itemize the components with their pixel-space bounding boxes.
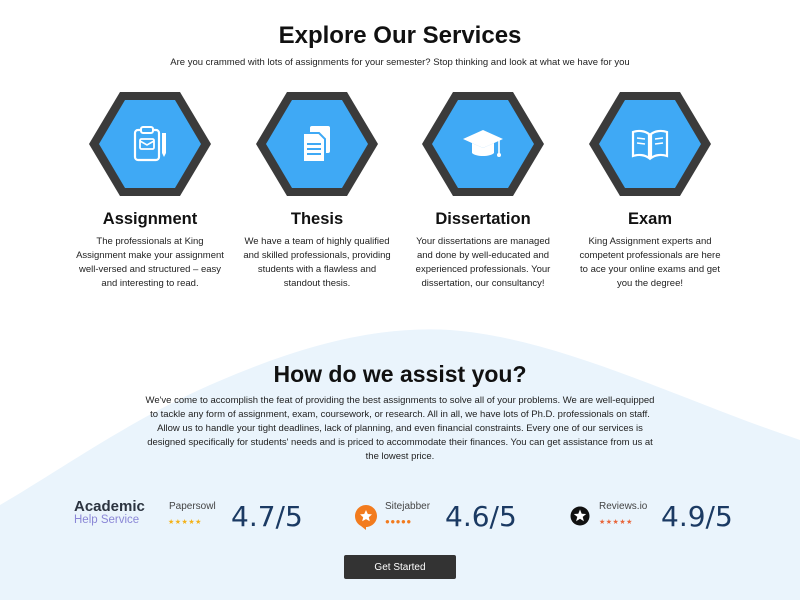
graduation-cap-icon — [463, 130, 503, 157]
reviews-io-stars: ★★★★★ — [599, 519, 633, 526]
service-card-exam[interactable]: Exam King Assignment experts and compete… — [575, 90, 725, 291]
academic-help-logo: Academic Help Service — [74, 498, 145, 526]
reviews-io-icon — [570, 506, 590, 526]
service-description: The professionals at King Assignment mak… — [76, 236, 224, 289]
service-card-assignment[interactable]: Assignment The professionals at King Ass… — [75, 90, 225, 291]
service-description: We have a team of highly qualified and s… — [243, 236, 391, 289]
service-title: Exam — [627, 210, 673, 228]
papersowl-label: Papersowl — [169, 501, 216, 512]
review-sitejabber: Sitejabber ●●●●● 4.6/5 — [354, 498, 524, 538]
document-icon — [302, 126, 330, 163]
service-title: Assignment — [102, 210, 198, 228]
services-subtitle: Are you crammed with lots of assignments… — [170, 57, 630, 68]
get-started-button[interactable]: Get Started — [344, 555, 456, 579]
sitejabber-label: Sitejabber — [385, 501, 431, 512]
hex-badge — [86, 90, 214, 198]
sitejabber-icon — [355, 505, 377, 530]
review-reviews-io: Reviews.io ★★★★★ 4.9/5 — [570, 498, 740, 538]
reviews-io-score: 4.9/5 — [661, 500, 733, 533]
assist-title: How do we assist you? — [273, 361, 527, 387]
sitejabber-stars: ●●●●● — [385, 517, 412, 526]
hex-badge — [586, 90, 714, 198]
open-book-icon — [631, 129, 669, 161]
assist-paragraph: We've come to accomplish the feat of pro… — [145, 395, 655, 462]
clipboard-icon — [133, 126, 166, 162]
service-card-dissertation[interactable]: Dissertation Your dissertations are mana… — [408, 90, 558, 291]
reviews-io-label: Reviews.io — [599, 501, 648, 512]
service-description: Your dissertations are managed and done … — [415, 236, 551, 289]
sitejabber-score: 4.6/5 — [445, 500, 517, 533]
service-title: Dissertation — [435, 210, 531, 228]
hex-badge — [253, 90, 381, 198]
service-description: King Assignment experts and competent pr… — [579, 236, 721, 289]
service-title: Thesis — [290, 210, 344, 228]
service-card-thesis[interactable]: Thesis We have a team of highly qualifie… — [242, 90, 392, 291]
hex-badge — [419, 90, 547, 198]
papersowl-score: 4.7/5 — [231, 500, 303, 533]
services-title: Explore Our Services — [278, 22, 522, 49]
papersowl-stars: ★★★★★ — [168, 519, 202, 526]
review-papersowl: Academic Help Service Papersowl ★★★★★ 4.… — [74, 498, 304, 538]
